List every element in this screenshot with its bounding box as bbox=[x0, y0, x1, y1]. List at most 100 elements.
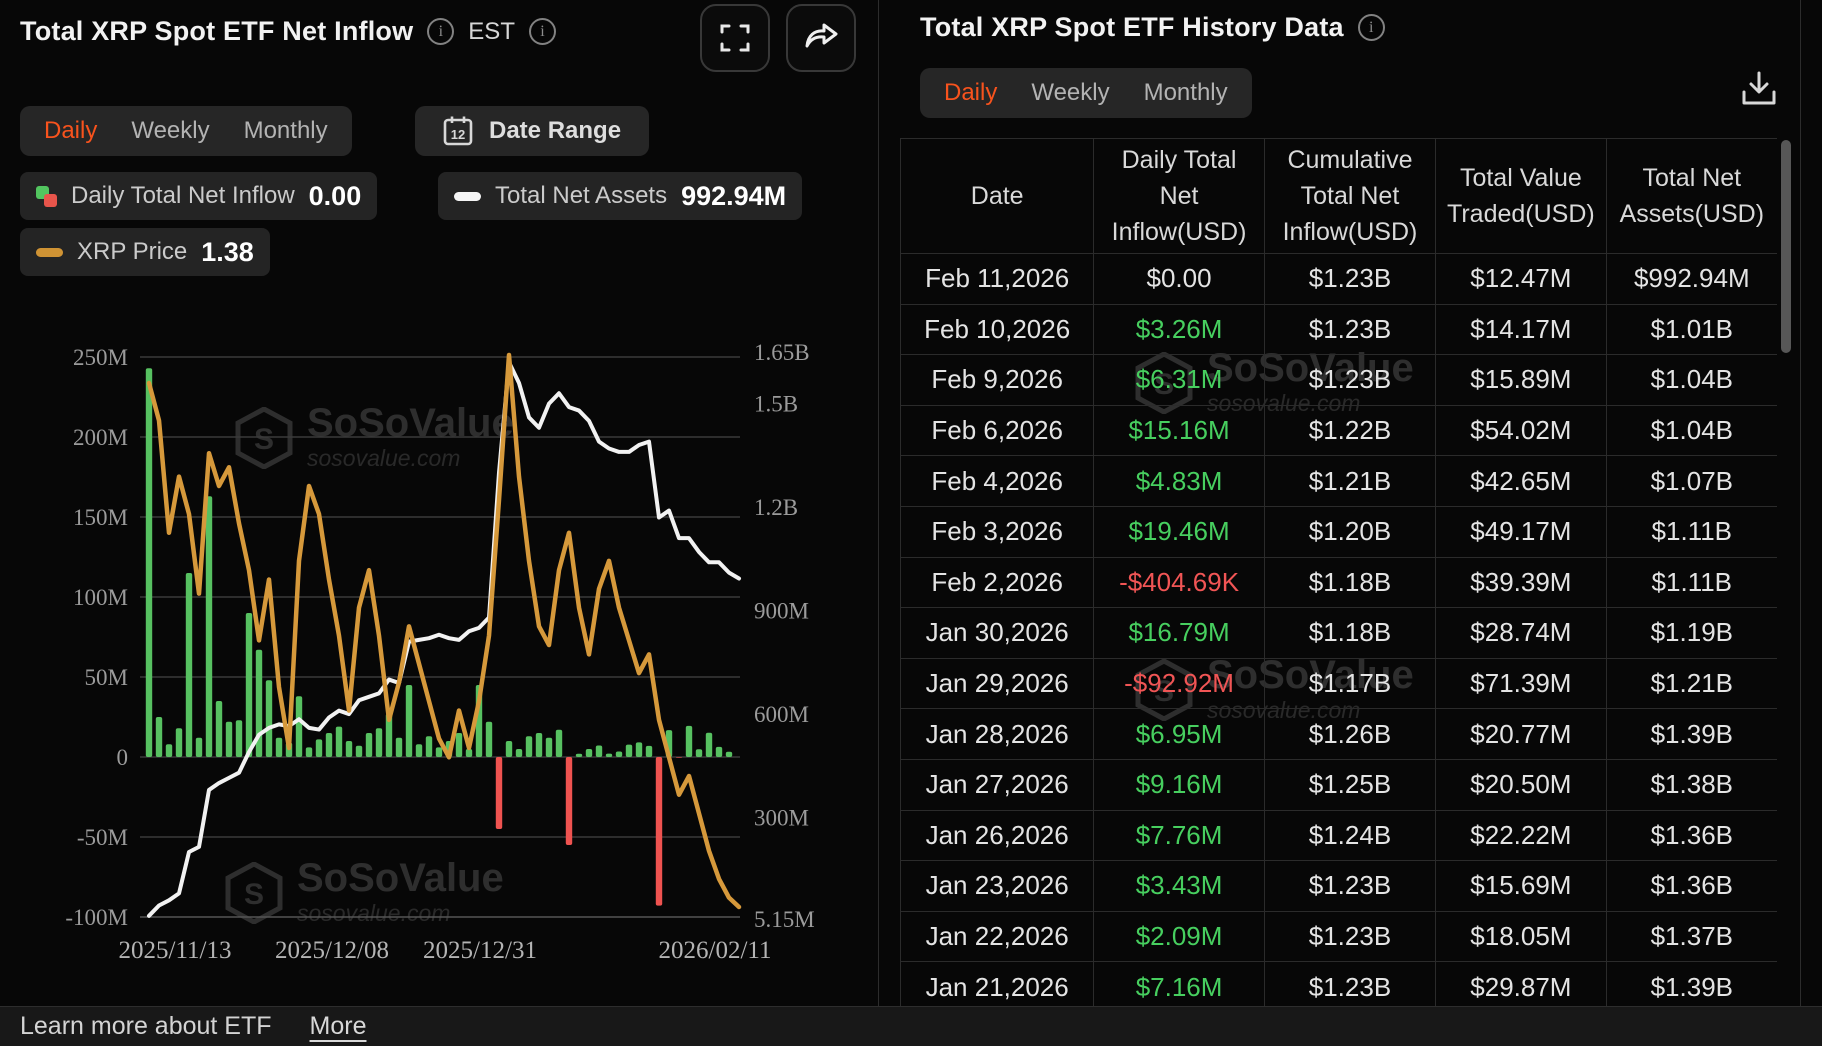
legend-xrp-price[interactable]: XRP Price 1.38 bbox=[20, 228, 270, 276]
cell-daily-inflow: $3.43M bbox=[1094, 861, 1264, 911]
cell-net-assets: $1.11B bbox=[1607, 558, 1777, 608]
info-icon[interactable] bbox=[427, 18, 454, 45]
date-range-button[interactable]: 12 Date Range bbox=[415, 106, 649, 156]
cell-date: Jan 21,2026 bbox=[901, 962, 1094, 1006]
history-table-scroll-area[interactable]: DateDaily TotalNetInflow(USD)CumulativeT… bbox=[900, 138, 1777, 1006]
legend-total-net-assets[interactable]: Total Net Assets 992.94M bbox=[438, 172, 802, 220]
cell-cumulative-inflow: $1.23B bbox=[1265, 912, 1436, 962]
x-axis-tick: 2025/11/13 bbox=[119, 937, 232, 964]
inflow-bar bbox=[706, 733, 712, 757]
cell-daily-inflow: $15.16M bbox=[1094, 406, 1264, 456]
cell-date: Jan 26,2026 bbox=[901, 811, 1094, 861]
right-axis-tick: 1.5B bbox=[754, 392, 798, 417]
cell-value-traded: $15.69M bbox=[1436, 861, 1606, 911]
inflow-bar bbox=[656, 757, 662, 906]
tab-monthly[interactable]: Monthly bbox=[244, 117, 328, 145]
cell-cumulative-inflow: $1.23B bbox=[1265, 861, 1436, 911]
inflow-bar bbox=[316, 739, 322, 757]
cell-value-traded: $12.47M bbox=[1436, 254, 1606, 304]
tab-monthly[interactable]: Monthly bbox=[1144, 79, 1228, 107]
inflow-bar bbox=[596, 746, 602, 757]
table-row: Feb 3,2026$19.46M$1.20B$49.17M$1.11B bbox=[901, 507, 1777, 558]
x-axis-tick: 2025/12/08 bbox=[275, 937, 389, 964]
tab-daily[interactable]: Daily bbox=[44, 117, 97, 145]
cell-daily-inflow: $16.79M bbox=[1094, 608, 1264, 658]
cell-cumulative-inflow: $1.26B bbox=[1265, 709, 1436, 759]
cell-daily-inflow: -$92.92M bbox=[1094, 659, 1264, 709]
cell-daily-inflow: $7.16M bbox=[1094, 962, 1264, 1006]
panel-divider bbox=[878, 0, 879, 1006]
table-info-icon[interactable] bbox=[1358, 14, 1385, 41]
inflow-bar bbox=[516, 749, 522, 757]
cell-net-assets: $1.04B bbox=[1607, 355, 1777, 405]
table-header-row: DateDaily TotalNetInflow(USD)CumulativeT… bbox=[901, 139, 1777, 254]
inflow-bar bbox=[296, 696, 302, 757]
inflow-bar bbox=[496, 757, 502, 829]
cell-value-traded: $15.89M bbox=[1436, 355, 1606, 405]
inflow-bar bbox=[416, 744, 422, 757]
cell-date: Feb 6,2026 bbox=[901, 406, 1094, 456]
inflow-bar bbox=[546, 738, 552, 757]
inflow-bar bbox=[456, 733, 462, 757]
timezone-label: EST bbox=[468, 18, 515, 46]
cell-net-assets: $1.01B bbox=[1607, 305, 1777, 355]
cell-net-assets: $1.39B bbox=[1607, 709, 1777, 759]
timezone-info-icon[interactable] bbox=[529, 18, 556, 45]
inflow-bar bbox=[226, 722, 232, 757]
cell-date: Feb 3,2026 bbox=[901, 507, 1094, 557]
inflow-bar bbox=[556, 730, 562, 757]
cell-cumulative-inflow: $1.22B bbox=[1265, 406, 1436, 456]
inflow-bar bbox=[326, 733, 332, 757]
left-axis-tick: 200M bbox=[73, 425, 128, 450]
cell-cumulative-inflow: $1.20B bbox=[1265, 507, 1436, 557]
cell-cumulative-inflow: $1.18B bbox=[1265, 608, 1436, 658]
svg-text:12: 12 bbox=[451, 127, 465, 142]
cell-cumulative-inflow: $1.23B bbox=[1265, 305, 1436, 355]
cell-value-traded: $54.02M bbox=[1436, 406, 1606, 456]
cell-cumulative-inflow: $1.25B bbox=[1265, 760, 1436, 810]
cell-date: Feb 2,2026 bbox=[901, 558, 1094, 608]
left-axis-tick: 100M bbox=[73, 585, 128, 610]
footer-more-link[interactable]: More bbox=[310, 1012, 367, 1041]
price-line bbox=[149, 355, 739, 907]
table-row: Jan 30,2026$16.79M$1.18B$28.74M$1.19B bbox=[901, 608, 1777, 659]
cell-value-traded: $71.39M bbox=[1436, 659, 1606, 709]
tab-weekly[interactable]: Weekly bbox=[1031, 79, 1109, 107]
column-header: Daily TotalNetInflow(USD) bbox=[1094, 139, 1264, 253]
tab-weekly[interactable]: Weekly bbox=[131, 117, 209, 145]
cell-value-traded: $20.50M bbox=[1436, 760, 1606, 810]
legend-daily-net-inflow[interactable]: Daily Total Net Inflow 0.00 bbox=[20, 172, 377, 220]
cell-cumulative-inflow: $1.24B bbox=[1265, 811, 1436, 861]
inflow-bar bbox=[626, 745, 632, 757]
cell-cumulative-inflow: $1.17B bbox=[1265, 659, 1436, 709]
inflow-bar bbox=[206, 496, 212, 757]
inflow-bar bbox=[216, 701, 222, 757]
column-header: Date bbox=[901, 139, 1094, 253]
cell-value-traded: $18.05M bbox=[1436, 912, 1606, 962]
table-scrollbar-thumb[interactable] bbox=[1781, 140, 1791, 353]
inflow-bar bbox=[146, 368, 152, 757]
cell-net-assets: $992.94M bbox=[1607, 254, 1777, 304]
cell-cumulative-inflow: $1.18B bbox=[1265, 558, 1436, 608]
share-button[interactable] bbox=[786, 4, 856, 72]
inflow-bar bbox=[486, 722, 492, 757]
inflow-bar bbox=[526, 736, 532, 757]
footer-bar: Learn more about ETF More bbox=[0, 1006, 1822, 1046]
inflow-bar bbox=[166, 744, 172, 757]
left-axis-tick: 250M bbox=[73, 345, 128, 370]
tab-daily[interactable]: Daily bbox=[944, 79, 997, 107]
table-row: Jan 27,2026$9.16M$1.25B$20.50M$1.38B bbox=[901, 760, 1777, 811]
inflow-bar bbox=[336, 727, 342, 757]
cell-net-assets: $1.36B bbox=[1607, 861, 1777, 911]
x-axis-tick: 2026/02/11 bbox=[659, 937, 772, 964]
cell-net-assets: $1.21B bbox=[1607, 659, 1777, 709]
inflow-bar bbox=[366, 733, 372, 757]
table-period-tabs: Daily Weekly Monthly bbox=[920, 68, 1252, 118]
cell-value-traded: $39.39M bbox=[1436, 558, 1606, 608]
download-button[interactable] bbox=[1736, 66, 1782, 112]
inflow-bar bbox=[676, 757, 682, 758]
cell-value-traded: $42.65M bbox=[1436, 456, 1606, 506]
inflow-bar bbox=[566, 757, 572, 845]
inflow-bar bbox=[686, 726, 692, 757]
fullscreen-button[interactable] bbox=[700, 4, 770, 72]
